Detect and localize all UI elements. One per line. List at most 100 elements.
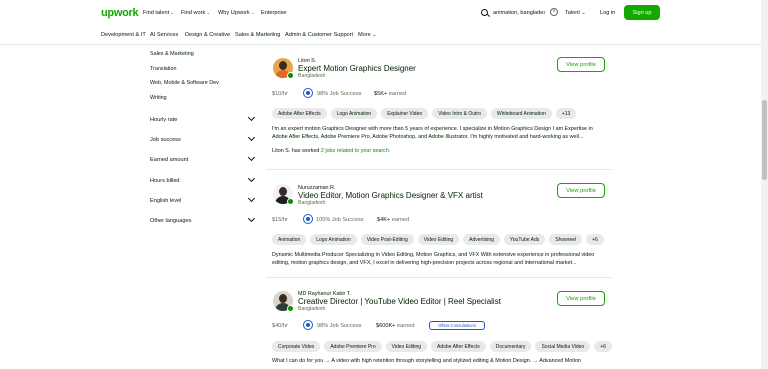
- card-divider: [266, 169, 612, 170]
- chevron-down-icon: [247, 194, 256, 203]
- skill-tag[interactable]: Explainer Video: [381, 108, 429, 119]
- chevron-down-icon: [247, 174, 256, 183]
- freelancer-description: Dynamic Multimedia Producer Specializing…: [272, 252, 595, 266]
- freelancer-location: Bangladesh: [298, 306, 326, 312]
- earned-amount: $600K+ earned: [376, 323, 415, 329]
- chevron-down-icon: ⌄: [170, 10, 175, 16]
- job-success-icon: [303, 214, 313, 224]
- chevron-down-icon: ⌄: [206, 10, 211, 16]
- chevron-down-icon: [247, 113, 256, 122]
- skill-tag[interactable]: Video Editing: [417, 234, 460, 245]
- view-profile-button[interactable]: View profile: [557, 57, 605, 72]
- category-admin-support[interactable]: Admin & Customer Support: [285, 32, 353, 38]
- upwork-logo[interactable]: upwork: [101, 7, 139, 19]
- sidebar-link-translation[interactable]: Translation: [150, 66, 176, 72]
- category-sales-marketing[interactable]: Sales & Marketing: [235, 32, 280, 38]
- freelancer-title[interactable]: Creative Director | YouTube Video Editor…: [298, 297, 501, 306]
- nav-enterprise[interactable]: Enterprise: [261, 10, 287, 16]
- sidebar-link-writing[interactable]: Writing: [150, 95, 167, 101]
- header-divider: [0, 44, 761, 45]
- skill-tag[interactable]: Corporate Video: [272, 341, 321, 352]
- hourly-rate: $40/hr: [272, 323, 288, 329]
- skill-tag[interactable]: Animation: [272, 234, 307, 245]
- view-profile-button[interactable]: View profile: [557, 291, 605, 306]
- filter-english-level[interactable]: English level: [150, 194, 256, 204]
- verified-badge-icon: [287, 72, 294, 79]
- job-success: 98% Job Success: [317, 323, 362, 329]
- job-success: 100% Job Success: [316, 217, 364, 223]
- freelancer-card[interactable]: Nuruzzaman R. Video Editor, Motion Graph…: [266, 182, 612, 272]
- search-input[interactable]: animation, bangladesh: [493, 10, 545, 16]
- filter-other-languages[interactable]: Other languages: [150, 214, 256, 224]
- chevron-down-icon: ⌄: [372, 32, 377, 38]
- freelancer-title[interactable]: Expert Motion Graphics Designer: [298, 64, 416, 73]
- search-icon: [481, 9, 488, 16]
- search-bar[interactable]: animation, bangladesh ×: [478, 5, 558, 20]
- skill-tag[interactable]: Showreel: [549, 234, 583, 245]
- freelancer-card[interactable]: MD Rayhanur Kabir T. Creative Director |…: [266, 289, 612, 369]
- sidebar-link-web-mobile[interactable]: Web, Mobile & Software Dev: [150, 80, 219, 86]
- filter-earned-amount[interactable]: Earned amount: [150, 153, 256, 163]
- scrollbar-thumb[interactable]: [762, 100, 767, 180]
- skill-tag[interactable]: Video Post-Editing: [360, 234, 414, 245]
- nav-find-work[interactable]: Find work⌄: [181, 10, 210, 16]
- skill-tag[interactable]: Logo Animation: [330, 108, 378, 119]
- worked-note: Liton S. has worked 2 jobs related to yo…: [272, 148, 391, 154]
- skill-tag[interactable]: Social Media Video: [535, 341, 591, 352]
- skill-more-tag[interactable]: +13: [555, 108, 577, 119]
- login-link[interactable]: Log in: [600, 10, 615, 16]
- category-more[interactable]: More ⌄: [358, 32, 377, 38]
- chevron-down-icon: ⌄: [581, 10, 586, 16]
- skills-list: Adobe After Effects Logo Animation Expla…: [272, 108, 577, 119]
- skill-tag[interactable]: Video Intro & Outro: [432, 108, 487, 119]
- page-scrollbar[interactable]: [761, 0, 768, 369]
- category-development-it[interactable]: Development & IT: [101, 32, 146, 38]
- consultations-badge: Offers Consultations: [429, 321, 485, 330]
- freelancer-location: Bangladesh: [298, 73, 326, 79]
- category-design-creative[interactable]: Design & Creative: [185, 32, 230, 38]
- skill-tag[interactable]: Video Editing: [385, 341, 428, 352]
- skill-tag[interactable]: Advertising: [463, 234, 500, 245]
- verified-badge-icon: [287, 198, 294, 205]
- signup-button[interactable]: Sign up: [624, 5, 660, 20]
- freelancer-card[interactable]: Liton S. Expert Motion Graphics Designer…: [266, 56, 612, 166]
- category-ai-services[interactable]: AI Services: [150, 32, 178, 38]
- skill-more-tag[interactable]: +6: [586, 234, 604, 245]
- nav-why-upwork[interactable]: Why Upwork⌄: [218, 10, 255, 16]
- skill-more-tag[interactable]: +6: [594, 341, 612, 352]
- chevron-down-icon: [247, 153, 256, 162]
- filter-job-success[interactable]: Job success: [150, 133, 256, 143]
- skill-tag[interactable]: Adobe After Effects: [272, 108, 327, 119]
- skills-list: Corporate Video Adobe Premiere Pro Video…: [272, 341, 612, 352]
- nav-find-talent[interactable]: Find talent⌄: [143, 10, 174, 16]
- clear-icon[interactable]: ×: [550, 8, 558, 16]
- skill-tag[interactable]: Adobe After Effects: [431, 341, 486, 352]
- filter-hours-billed[interactable]: Hours billed: [150, 174, 256, 184]
- search-scope-dropdown[interactable]: Talent ⌄: [565, 10, 586, 16]
- job-success: 98% Job Success: [317, 91, 362, 97]
- hourly-rate: $10/hr: [272, 91, 288, 97]
- job-success-icon: [303, 320, 313, 330]
- skill-tag[interactable]: Documentary: [489, 341, 532, 352]
- chevron-down-icon: [247, 214, 256, 223]
- skill-tag[interactable]: Whiteboard Animation: [490, 108, 552, 119]
- related-jobs-link[interactable]: 2 jobs related to your search.: [321, 148, 391, 154]
- card-divider: [266, 277, 612, 278]
- top-navbar: upwork Find talent⌄ Find work⌄ Why Upwor…: [0, 0, 768, 26]
- view-profile-button[interactable]: View profile: [557, 183, 605, 198]
- hourly-rate: $15/hr: [272, 217, 288, 223]
- job-success-icon: [303, 88, 313, 98]
- freelancer-title[interactable]: Video Editor, Motion Graphics Designer &…: [298, 191, 483, 200]
- chevron-down-icon: [247, 133, 256, 142]
- earned-amount: $4K+ earned: [377, 217, 410, 223]
- sidebar-link-sales-marketing[interactable]: Sales & Marketing: [150, 51, 194, 57]
- skill-tag[interactable]: Logo Animation: [310, 234, 357, 245]
- chevron-down-icon: ⌄: [250, 10, 255, 16]
- filter-hourly-rate[interactable]: Hourly rate: [150, 113, 256, 123]
- freelancer-location: Bangladesh: [298, 200, 326, 206]
- skill-tag[interactable]: YouTube Ads: [503, 234, 546, 245]
- skills-list: Animation Logo Animation Video Post-Edit…: [272, 234, 604, 245]
- skill-tag[interactable]: Adobe Premiere Pro: [324, 341, 382, 352]
- freelancer-description: I'm an expert motion Graphics Designer w…: [272, 126, 593, 140]
- earned-amount: $5K+ earned: [374, 91, 407, 97]
